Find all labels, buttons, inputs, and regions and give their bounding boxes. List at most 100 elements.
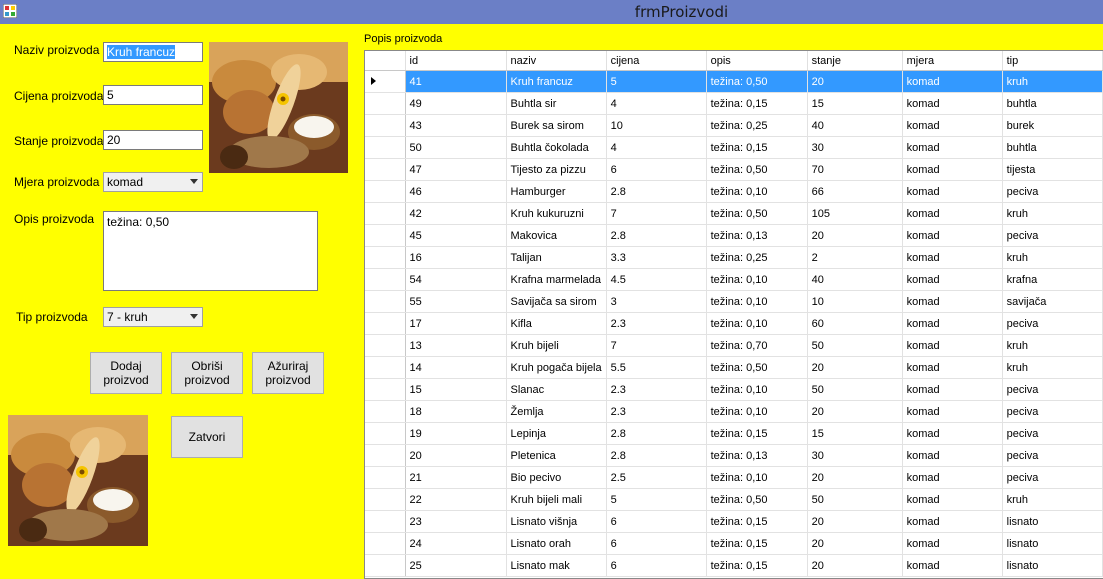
- cell-opis[interactable]: težina: 0,50: [706, 70, 808, 93]
- cell-mjera[interactable]: komad: [902, 466, 1003, 489]
- cell-cijena[interactable]: 6: [606, 532, 707, 555]
- cell-tip[interactable]: peciva: [1002, 422, 1103, 445]
- cell-cijena[interactable]: 2.3: [606, 378, 707, 401]
- table-row[interactable]: 17 Kifla 2.3 težina: 0,10 60 komad peciva: [365, 312, 1103, 335]
- cell-mjera[interactable]: komad: [902, 554, 1003, 577]
- cell-stanje[interactable]: 20: [807, 466, 903, 489]
- cell-naziv[interactable]: Makovica: [506, 224, 607, 247]
- cell-id[interactable]: 25: [405, 554, 507, 577]
- cell-mjera[interactable]: komad: [902, 488, 1003, 511]
- cell-tip[interactable]: lisnato: [1002, 510, 1103, 533]
- row-header[interactable]: [365, 114, 406, 137]
- cell-naziv[interactable]: Buhtla sir: [506, 92, 607, 115]
- row-header[interactable]: [365, 92, 406, 115]
- cell-tip[interactable]: tijesta: [1002, 158, 1103, 181]
- cell-mjera[interactable]: komad: [902, 70, 1003, 93]
- cell-id[interactable]: 45: [405, 224, 507, 247]
- cell-mjera[interactable]: komad: [902, 136, 1003, 159]
- cell-id[interactable]: 46: [405, 180, 507, 203]
- cell-cijena[interactable]: 2.8: [606, 422, 707, 445]
- cell-id[interactable]: 49: [405, 92, 507, 115]
- cell-id[interactable]: 17: [405, 312, 507, 335]
- cell-stanje[interactable]: 30: [807, 444, 903, 467]
- cell-id[interactable]: 14: [405, 356, 507, 379]
- table-row[interactable]: 46 Hamburger 2.8 težina: 0,10 66 komad peciva: [365, 180, 1103, 203]
- cell-cijena[interactable]: 2.5: [606, 466, 707, 489]
- table-row[interactable]: 42 Kruh kukuruzni 7 težina: 0,50 105 komad kru…: [365, 202, 1103, 225]
- cell-tip[interactable]: buhtla: [1002, 92, 1103, 115]
- cell-stanje[interactable]: 20: [807, 532, 903, 555]
- cell-opis[interactable]: težina: 0,25: [706, 114, 808, 137]
- cell-mjera[interactable]: komad: [902, 290, 1003, 313]
- cell-stanje[interactable]: 20: [807, 356, 903, 379]
- cell-tip[interactable]: peciva: [1002, 400, 1103, 423]
- cell-tip[interactable]: peciva: [1002, 466, 1103, 489]
- cell-naziv[interactable]: Lisnato višnja: [506, 510, 607, 533]
- row-header[interactable]: [365, 136, 406, 159]
- cell-mjera[interactable]: komad: [902, 444, 1003, 467]
- cell-tip[interactable]: krafna: [1002, 268, 1103, 291]
- cell-cijena[interactable]: 2.3: [606, 400, 707, 423]
- table-row[interactable]: 43 Burek sa sirom 10 težina: 0,25 40 komad bur…: [365, 114, 1103, 137]
- cell-cijena[interactable]: 4.5: [606, 268, 707, 291]
- cell-id[interactable]: 15: [405, 378, 507, 401]
- cell-mjera[interactable]: komad: [902, 422, 1003, 445]
- table-row[interactable]: 47 Tijesto za pizzu 6 težina: 0,50 70 komad ti…: [365, 158, 1103, 181]
- cell-naziv[interactable]: Pletenica: [506, 444, 607, 467]
- cell-cijena[interactable]: 3: [606, 290, 707, 313]
- cell-opis[interactable]: težina: 0,50: [706, 356, 808, 379]
- row-header[interactable]: [365, 554, 406, 577]
- cell-naziv[interactable]: Talijan: [506, 246, 607, 269]
- cell-id[interactable]: 41: [405, 70, 507, 93]
- cell-tip[interactable]: peciva: [1002, 224, 1103, 247]
- column-header-cijena[interactable]: cijena: [606, 51, 707, 71]
- cell-tip[interactable]: kruh: [1002, 334, 1103, 357]
- cell-naziv[interactable]: Tijesto za pizzu: [506, 158, 607, 181]
- cell-id[interactable]: 55: [405, 290, 507, 313]
- cell-mjera[interactable]: komad: [902, 158, 1003, 181]
- cell-stanje[interactable]: 50: [807, 334, 903, 357]
- cell-mjera[interactable]: komad: [902, 114, 1003, 137]
- cell-mjera[interactable]: komad: [902, 268, 1003, 291]
- table-row[interactable]: 50 Buhtla čokolada 4 težina: 0,15 30 komad buh…: [365, 136, 1103, 159]
- cell-tip[interactable]: peciva: [1002, 180, 1103, 203]
- cell-id[interactable]: 42: [405, 202, 507, 225]
- table-row[interactable]: 54 Krafna marmelada 4.5 težina: 0,10 40 komad…: [365, 268, 1103, 291]
- cell-cijena[interactable]: 7: [606, 202, 707, 225]
- cell-naziv[interactable]: Slanac: [506, 378, 607, 401]
- cell-mjera[interactable]: komad: [902, 532, 1003, 555]
- table-row[interactable]: 45 Makovica 2.8 težina: 0,13 20 komad peciva: [365, 224, 1103, 247]
- cell-mjera[interactable]: komad: [902, 312, 1003, 335]
- cell-id[interactable]: 22: [405, 488, 507, 511]
- cell-opis[interactable]: težina: 0,50: [706, 158, 808, 181]
- row-header[interactable]: [365, 70, 406, 93]
- cell-opis[interactable]: težina: 0,10: [706, 400, 808, 423]
- cell-cijena[interactable]: 5.5: [606, 356, 707, 379]
- cell-opis[interactable]: težina: 0,15: [706, 92, 808, 115]
- cell-mjera[interactable]: komad: [902, 224, 1003, 247]
- cell-naziv[interactable]: Kruh kukuruzni: [506, 202, 607, 225]
- cell-id[interactable]: 18: [405, 400, 507, 423]
- cell-opis[interactable]: težina: 0,10: [706, 268, 808, 291]
- cell-opis[interactable]: težina: 0,10: [706, 466, 808, 489]
- cell-id[interactable]: 13: [405, 334, 507, 357]
- cell-stanje[interactable]: 70: [807, 158, 903, 181]
- cell-stanje[interactable]: 50: [807, 488, 903, 511]
- cell-tip[interactable]: buhtla: [1002, 136, 1103, 159]
- cell-stanje[interactable]: 15: [807, 422, 903, 445]
- cell-opis[interactable]: težina: 0,13: [706, 224, 808, 247]
- cell-naziv[interactable]: Savijača sa sirom: [506, 290, 607, 313]
- cell-id[interactable]: 16: [405, 246, 507, 269]
- cell-mjera[interactable]: komad: [902, 510, 1003, 533]
- column-header-opis[interactable]: opis: [706, 51, 808, 71]
- row-header[interactable]: [365, 158, 406, 181]
- table-row[interactable]: 21 Bio pecivo 2.5 težina: 0,10 20 komad peciva: [365, 466, 1103, 489]
- row-header[interactable]: [365, 312, 406, 335]
- cell-stanje[interactable]: 20: [807, 510, 903, 533]
- cell-cijena[interactable]: 6: [606, 510, 707, 533]
- cell-mjera[interactable]: komad: [902, 356, 1003, 379]
- cell-opis[interactable]: težina: 0,13: [706, 444, 808, 467]
- table-row[interactable]: 15 Slanac 2.3 težina: 0,10 50 komad peciva: [365, 378, 1103, 401]
- cell-opis[interactable]: težina: 0,10: [706, 290, 808, 313]
- cell-mjera[interactable]: komad: [902, 334, 1003, 357]
